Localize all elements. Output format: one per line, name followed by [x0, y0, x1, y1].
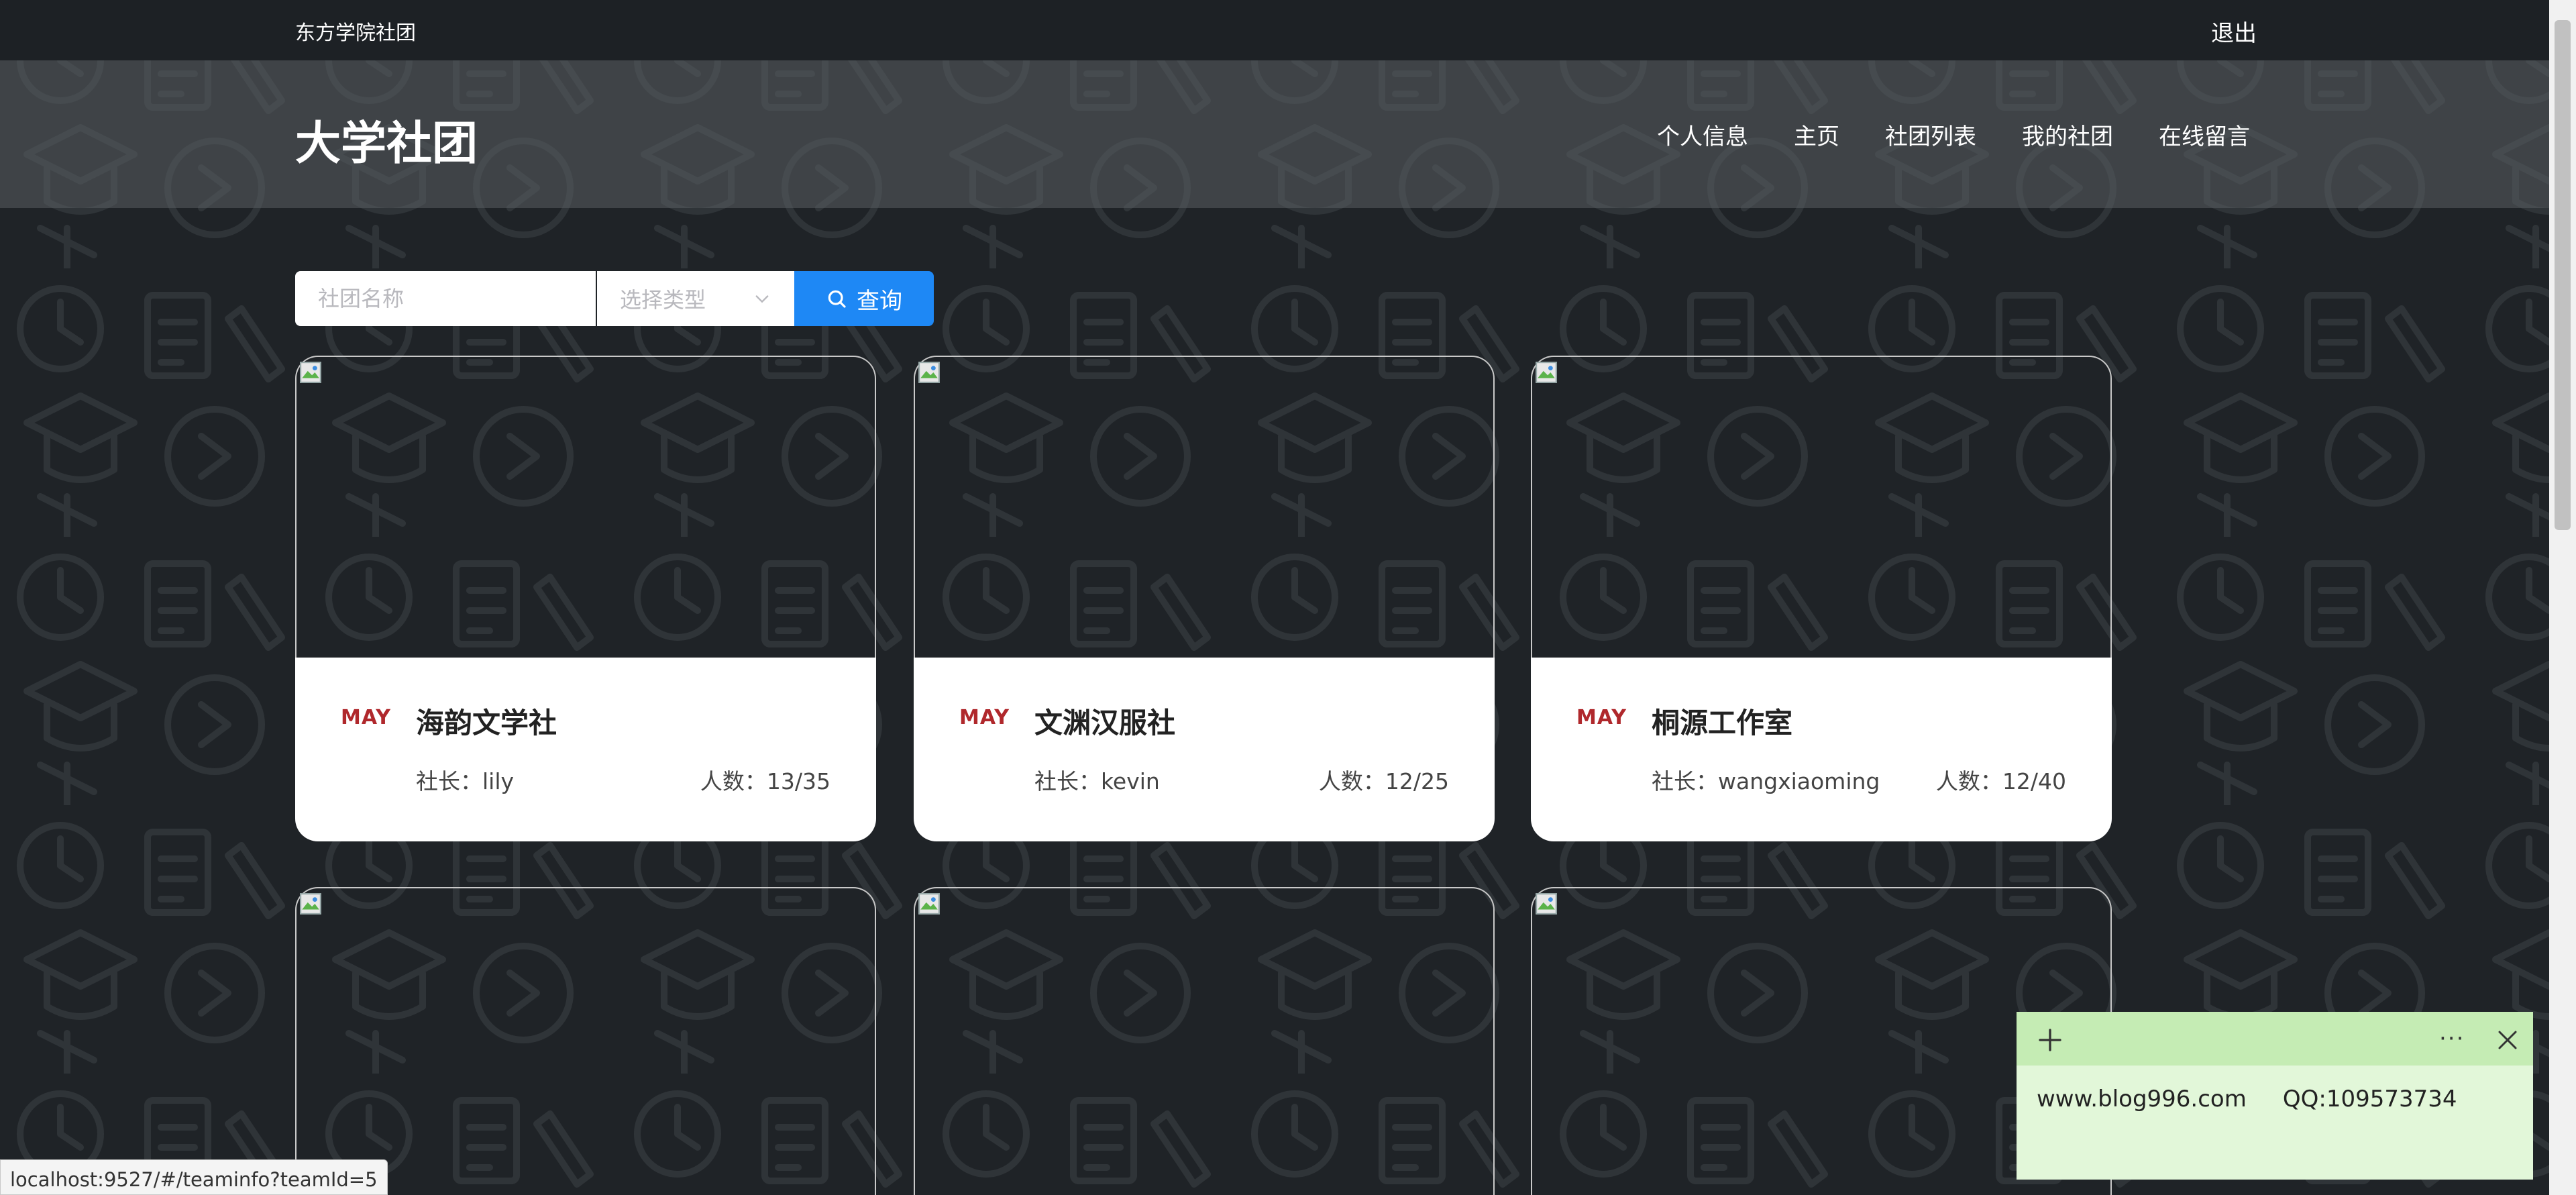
- type-select-placeholder: 选择类型: [620, 287, 706, 313]
- club-card[interactable]: MAY 桐源工作室 社长：wangxiaoming 人数：12/40: [1531, 356, 2112, 841]
- card-title[interactable]: 桐源工作室: [1652, 700, 1792, 741]
- card-leader: 社长：lily: [416, 768, 515, 794]
- scrollbar[interactable]: [2549, 0, 2576, 1195]
- close-icon[interactable]: [2496, 1028, 2520, 1052]
- nav-my-clubs[interactable]: 我的社团: [2022, 118, 2113, 151]
- broken-image-icon: [300, 362, 321, 383]
- site-header: 大学社团 个人信息 主页 社团列表 我的社团 在线留言: [0, 60, 2549, 208]
- search-bar: 选择类型 查询: [295, 271, 934, 326]
- brand-title: 大学社团: [295, 117, 478, 170]
- card-title[interactable]: 海韵文学社: [416, 700, 557, 741]
- nav-home[interactable]: 主页: [1794, 118, 1839, 151]
- card-member-count: 人数：12/25: [1318, 768, 1449, 794]
- more-icon[interactable]: ···: [2439, 1025, 2465, 1052]
- club-card-body: MAY 桐源工作室 社长：wangxiaoming 人数：12/40: [1531, 658, 2112, 841]
- sticky-note: ··· www.blog996.com QQ:109573734: [2017, 1012, 2533, 1180]
- nav-profile[interactable]: 个人信息: [1657, 118, 1748, 151]
- search-icon: [828, 290, 846, 308]
- chevron-down-icon: [755, 295, 769, 303]
- club-card-image: [914, 356, 1495, 658]
- club-card-image: [1531, 356, 2112, 658]
- card-month: MAY: [341, 706, 391, 729]
- broken-image-icon: [1536, 893, 1557, 915]
- card-member-count: 人数：12/40: [1935, 768, 2066, 794]
- nav-messages[interactable]: 在线留言: [2159, 118, 2250, 151]
- broken-image-icon: [918, 362, 940, 383]
- school-name: 东方学院社团: [295, 21, 416, 45]
- main-nav: 个人信息 主页 社团列表 我的社团 在线留言: [1657, 118, 2250, 151]
- plus-icon[interactable]: [2037, 1027, 2063, 1053]
- card-title[interactable]: 文渊汉服社: [1034, 700, 1175, 741]
- logout-link[interactable]: 退出: [2211, 15, 2257, 48]
- broken-image-icon: [918, 893, 940, 915]
- status-bar-url: localhost:9527/#/teaminfo?teamId=5: [0, 1159, 388, 1195]
- broken-image-icon: [300, 893, 321, 915]
- club-card[interactable]: [914, 887, 1495, 1195]
- club-card[interactable]: [295, 887, 876, 1195]
- type-select[interactable]: 选择类型: [597, 271, 794, 326]
- club-card-image: [295, 887, 876, 1195]
- scrollbar-thumb[interactable]: [2555, 20, 2571, 530]
- club-card-body: MAY 文渊汉服社 社长：kevin 人数：12/25: [914, 658, 1495, 841]
- club-card-image: [295, 356, 876, 658]
- card-leader: 社长：kevin: [1034, 768, 1160, 794]
- club-name-input[interactable]: [295, 271, 596, 326]
- club-card-body: MAY 海韵文学社 社长：lily 人数：13/35: [295, 658, 876, 841]
- query-button-label: 查询: [857, 287, 902, 315]
- top-bar: 东方学院社团 退出: [0, 0, 2549, 60]
- card-month: MAY: [959, 706, 1010, 729]
- club-card[interactable]: MAY 海韵文学社 社长：lily 人数：13/35: [295, 356, 876, 841]
- sticky-note-toolbar: ···: [2017, 1012, 2533, 1066]
- club-card[interactable]: MAY 文渊汉服社 社长：kevin 人数：12/25: [914, 356, 1495, 841]
- card-member-count: 人数：13/35: [700, 768, 830, 794]
- card-leader: 社长：wangxiaoming: [1652, 768, 1880, 794]
- nav-club-list[interactable]: 社团列表: [1885, 118, 1976, 151]
- card-month: MAY: [1576, 706, 1627, 729]
- query-button[interactable]: 查询: [794, 271, 934, 326]
- club-card-image: [914, 887, 1495, 1195]
- broken-image-icon: [1536, 362, 1557, 383]
- sticky-note-text[interactable]: www.blog996.com QQ:109573734: [2037, 1086, 2457, 1112]
